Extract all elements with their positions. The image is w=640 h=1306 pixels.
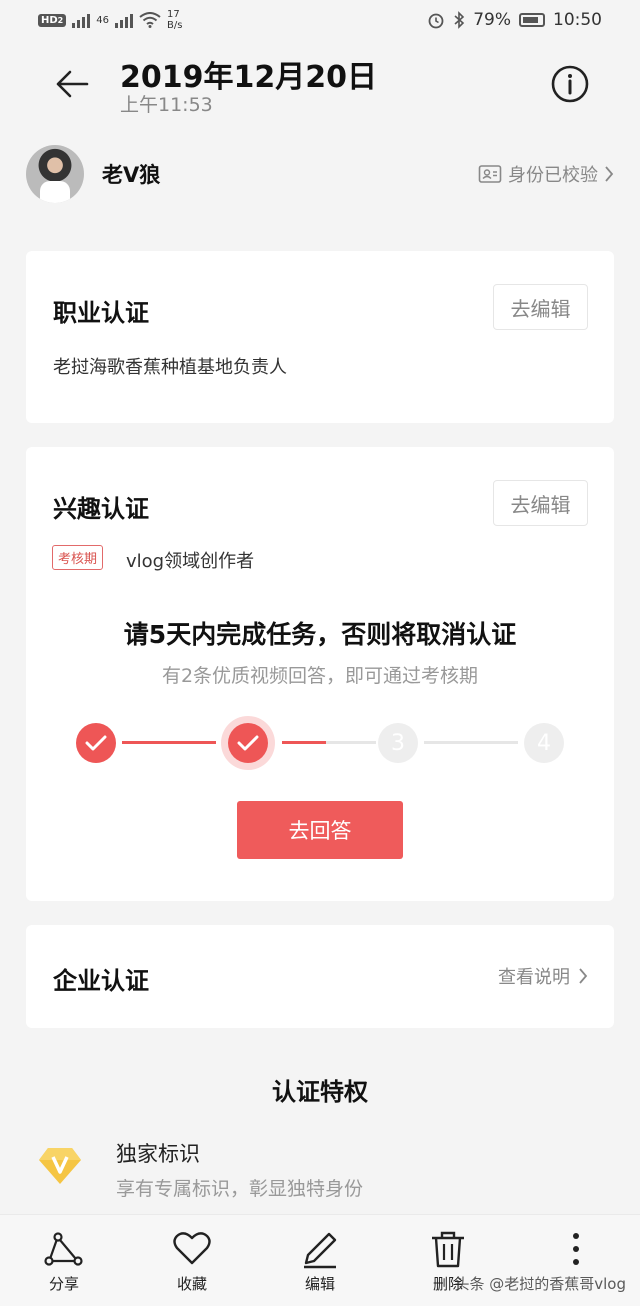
step-3: 3 xyxy=(378,723,418,763)
clock: 10:50 xyxy=(553,10,602,30)
interest-field: vlog领域创作者 xyxy=(126,551,255,572)
job-cert-title: 职业认证 xyxy=(53,299,149,327)
step-1 xyxy=(76,723,116,763)
enterprise-cert-card: 企业认证 查看说明 xyxy=(26,925,614,1028)
explain-label: 查看说明 xyxy=(498,967,570,988)
progress-line-2a xyxy=(282,741,326,744)
job-edit-button[interactable]: 去编辑 xyxy=(493,284,588,330)
avatar[interactable] xyxy=(26,145,84,203)
hd-indicator: HD2 xyxy=(38,13,67,27)
progress-line-2b xyxy=(326,741,376,744)
arrow-left-icon xyxy=(56,70,89,98)
step-2 xyxy=(228,723,268,763)
edit-label: 编辑 xyxy=(304,1275,335,1293)
status-bar: HD2 46 17 B/s 79% 10:50 xyxy=(0,0,640,40)
user-row: 老V狼 身份已校验 xyxy=(26,140,614,208)
diamond-v-icon xyxy=(39,1148,81,1184)
favorite-button[interactable]: 收藏 xyxy=(128,1215,256,1306)
interest-cert-title: 兴趣认证 xyxy=(53,495,149,523)
network-unit: B/s xyxy=(166,20,183,31)
bottom-toolbar: 分享 收藏 编辑 删除 头条 @老挝的香蕉哥vlog xyxy=(0,1214,640,1306)
username: 老V狼 xyxy=(102,163,161,187)
signal-icon xyxy=(72,12,91,28)
bluetooth-icon xyxy=(454,11,465,29)
privileges-title: 认证特权 xyxy=(272,1078,368,1106)
id-card-icon xyxy=(478,165,502,183)
share-icon xyxy=(44,1232,83,1266)
edit-button[interactable]: 编辑 xyxy=(256,1215,384,1306)
hd-label: HD xyxy=(41,14,58,26)
watermark: 头条 @老挝的香蕉哥vlog xyxy=(454,1275,626,1293)
enterprise-cert-title: 企业认证 xyxy=(53,967,149,995)
info-icon xyxy=(551,65,589,103)
battery-percent: 79% xyxy=(473,10,511,30)
privilege-desc: 享有专属标识，彰显独特身份 xyxy=(116,1178,364,1200)
back-button[interactable] xyxy=(50,62,94,106)
share-button[interactable]: 分享 xyxy=(0,1215,128,1306)
network-rate: 17 xyxy=(166,9,180,20)
net-type: 46 xyxy=(96,14,109,26)
task-subtitle: 有2条优质视频回答，即可通过考核期 xyxy=(161,665,479,687)
favorite-label: 收藏 xyxy=(176,1275,207,1293)
interest-edit-button[interactable]: 去编辑 xyxy=(493,480,588,526)
share-label: 分享 xyxy=(48,1275,79,1293)
job-description: 老挝海歌香蕉种植基地负责人 xyxy=(53,357,287,378)
network-speed: 17 B/s xyxy=(167,9,182,31)
task-heading: 请5天内完成任务，否则将取消认证 xyxy=(123,620,517,649)
identity-verified-link[interactable]: 身份已校验 xyxy=(478,161,614,187)
pencil-icon xyxy=(304,1232,337,1269)
view-explanation-link[interactable]: 查看说明 xyxy=(498,963,588,989)
page-subtitle: 上午11:53 xyxy=(120,94,213,116)
top-bar: 2019年12月20日 上午11:53 xyxy=(0,40,640,130)
info-button[interactable] xyxy=(550,64,590,104)
step-4: 4 xyxy=(524,723,564,763)
wifi-icon xyxy=(139,12,161,28)
heart-icon xyxy=(173,1232,211,1265)
privilege-name: 独家标识 xyxy=(116,1142,200,1166)
progress-line-1 xyxy=(122,741,216,744)
alarm-icon xyxy=(428,13,444,29)
check-icon xyxy=(237,735,259,751)
signal-icon-2 xyxy=(114,12,133,28)
probation-badge: 考核期 xyxy=(52,545,104,570)
job-cert-card: 职业认证 去编辑 老挝海歌香蕉种植基地负责人 xyxy=(26,251,614,423)
chevron-right-icon xyxy=(605,166,614,182)
answer-button[interactable]: 去回答 xyxy=(237,801,403,859)
hd-sub: 2 xyxy=(57,15,64,25)
check-icon xyxy=(85,735,107,751)
battery-icon xyxy=(519,13,545,27)
more-vertical-icon xyxy=(573,1233,579,1265)
progress-line-3 xyxy=(424,741,518,744)
chevron-right-icon xyxy=(579,968,588,984)
trash-icon xyxy=(432,1231,464,1268)
verify-label: 身份已校验 xyxy=(508,165,598,186)
interest-cert-card: 兴趣认证 去编辑 考核期 vlog领域创作者 请5天内完成任务，否则将取消认证 … xyxy=(26,447,614,901)
